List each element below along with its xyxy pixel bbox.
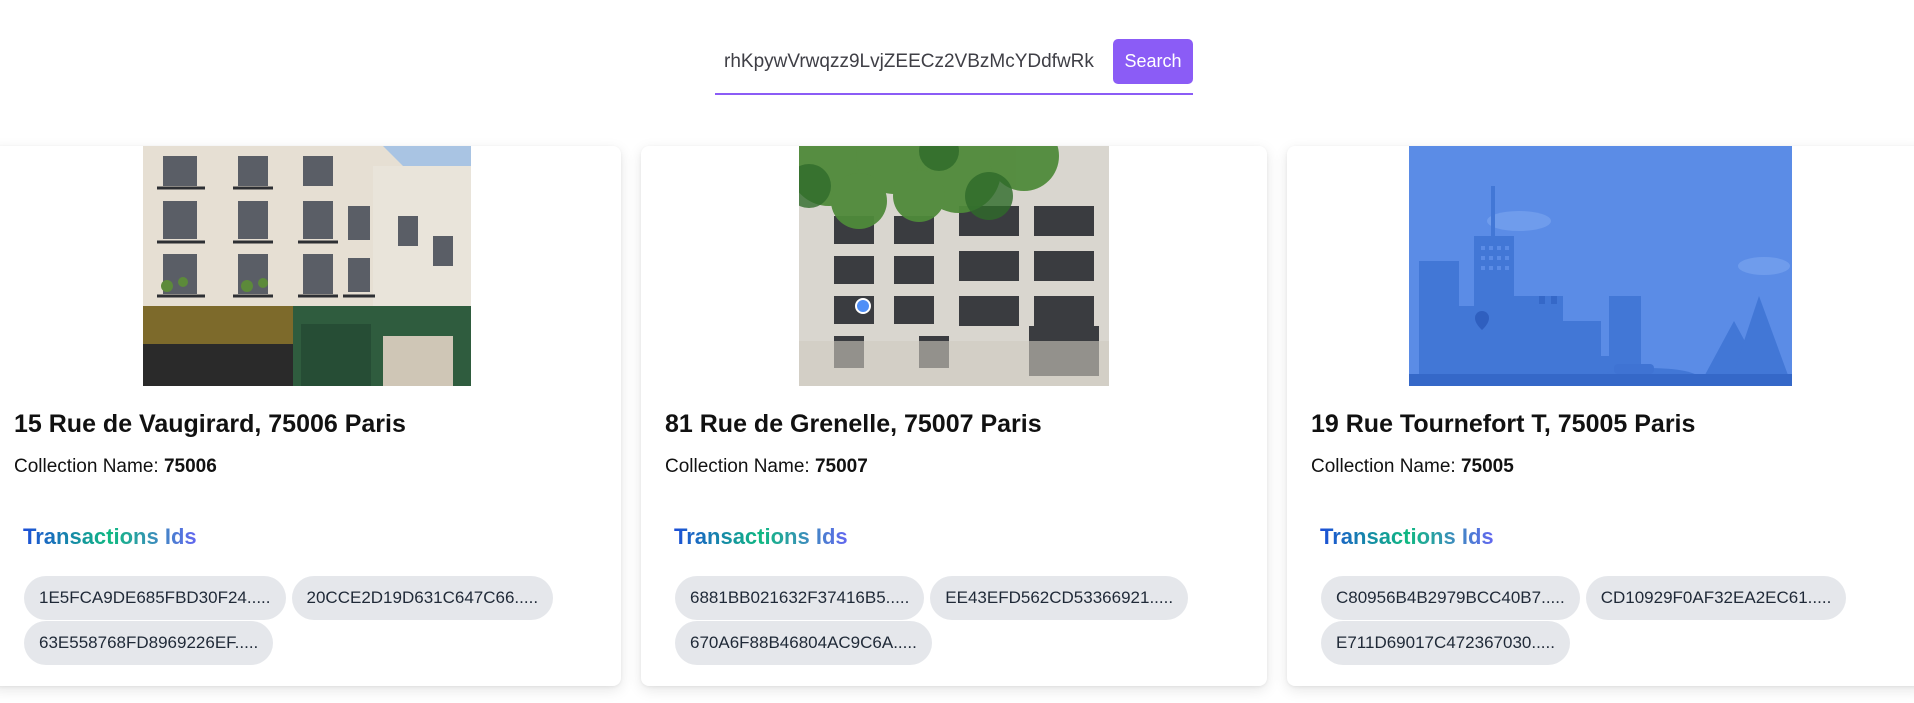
- city-illustration-icon: [1409, 146, 1792, 386]
- card-title: 19 Rue Tournefort T, 75005 Paris: [1311, 410, 1696, 438]
- property-image: [143, 146, 471, 386]
- transaction-chip[interactable]: 20CCE2D19D631C647C66.....: [291, 576, 554, 620]
- building-photo-icon: [799, 146, 1109, 386]
- collection-name: Collection Name: 75006: [14, 456, 217, 478]
- transaction-chip[interactable]: 63E558768FD8969226EF.....: [24, 621, 274, 665]
- transactions-heading: Transactions Ids: [1320, 524, 1494, 549]
- card-title: 15 Rue de Vaugirard, 75006 Paris: [14, 410, 406, 438]
- property-card[interactable]: 19 Rue Tournefort T, 75005 Paris Collect…: [1287, 146, 1914, 686]
- collection-value: 75005: [1460, 456, 1514, 477]
- search-bar: Search: [715, 38, 1193, 95]
- search-button[interactable]: Search: [1113, 39, 1193, 84]
- collection-value: 75007: [814, 456, 868, 477]
- collection-value: 75006: [163, 456, 217, 477]
- transaction-chips: C80956B4B2979BCC40B7..... CD10929F0AF32EA…: [1321, 576, 1901, 666]
- transaction-chip[interactable]: CD10929F0AF32EA2EC61.....: [1585, 576, 1847, 620]
- transactions-heading: Transactions Ids: [23, 524, 197, 549]
- transaction-chip[interactable]: 1E5FCA9DE685FBD30F24.....: [24, 576, 286, 620]
- transaction-chip[interactable]: C80956B4B2979BCC40B7.....: [1321, 576, 1580, 620]
- collection-label: Collection Name:: [665, 456, 815, 477]
- page: Search: [0, 0, 1914, 703]
- transaction-chips: 6881BB021632F37416B5..... EE43EFD562CD533…: [675, 576, 1255, 666]
- property-cards: 15 Rue de Vaugirard, 75006 Paris Collect…: [0, 146, 1914, 686]
- transaction-chip[interactable]: E711D69017C472367030.....: [1321, 621, 1570, 665]
- collection-label: Collection Name:: [1311, 456, 1461, 477]
- building-photo-icon: [143, 146, 471, 386]
- transaction-chips: 1E5FCA9DE685FBD30F24..... 20CCE2D19D631C6…: [24, 576, 604, 666]
- search-input[interactable]: [715, 38, 1105, 86]
- collection-label: Collection Name:: [14, 456, 164, 477]
- property-image: [1409, 146, 1792, 386]
- transaction-chip[interactable]: 6881BB021632F37416B5.....: [675, 576, 925, 620]
- property-card[interactable]: 81 Rue de Grenelle, 75007 Paris Collecti…: [641, 146, 1267, 686]
- collection-name: Collection Name: 75007: [665, 456, 868, 478]
- collection-name: Collection Name: 75005: [1311, 456, 1514, 478]
- transactions-heading: Transactions Ids: [674, 524, 848, 549]
- card-title: 81 Rue de Grenelle, 75007 Paris: [665, 410, 1042, 438]
- property-card[interactable]: 15 Rue de Vaugirard, 75006 Paris Collect…: [0, 146, 621, 686]
- transaction-chip[interactable]: EE43EFD562CD53366921.....: [930, 576, 1189, 620]
- transaction-chip[interactable]: 670A6F88B46804AC9C6A.....: [675, 621, 932, 665]
- property-image: [799, 146, 1109, 386]
